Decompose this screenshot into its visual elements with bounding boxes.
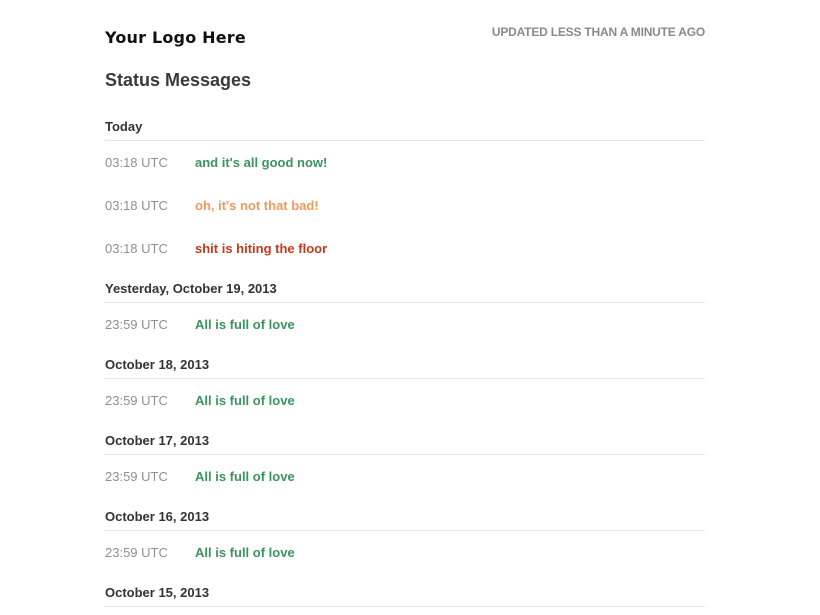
day-group: October 18, 2013 23:59 UTC All is full of … bbox=[105, 346, 705, 422]
message-time: 03:18 UTC bbox=[105, 241, 168, 256]
logo[interactable]: Your Logo Here bbox=[105, 28, 246, 47]
status-message-row: 03:18 UTC oh, it's not that bad! bbox=[105, 184, 705, 227]
day-title: October 17, 2013 bbox=[105, 422, 705, 455]
day-title: Yesterday, October 19, 2013 bbox=[105, 270, 705, 303]
day-title: October 16, 2013 bbox=[105, 498, 705, 531]
status-page: Your Logo Here UPDATED LESS THAN A MINUT… bbox=[105, 0, 705, 607]
message-text: All is full of love bbox=[195, 393, 295, 408]
message-text: and it's all good now! bbox=[195, 155, 328, 170]
message-text: All is full of love bbox=[195, 317, 295, 332]
message-time: 03:18 UTC bbox=[105, 198, 168, 213]
day-group: Today 03:18 UTC and it's all good now! 03:1… bbox=[105, 108, 705, 270]
status-message-row: 03:18 UTC shit is hiting the floor bbox=[105, 227, 705, 270]
day-group: October 16, 2013 23:59 UTC All is full of … bbox=[105, 498, 705, 574]
status-message-row: 23:59 UTC All is full of love bbox=[105, 455, 705, 498]
day-group: Yesterday, October 19, 2013 23:59 UTC All … bbox=[105, 270, 705, 346]
last-updated-label: UPDATED LESS THAN A MINUTE AGO bbox=[491, 25, 705, 39]
status-message-row: 23:59 UTC All is full of love bbox=[105, 379, 705, 422]
status-message-row: 23:59 UTC All is full of love bbox=[105, 303, 705, 346]
day-title: October 18, 2013 bbox=[105, 346, 705, 379]
status-message-row: 03:18 UTC and it's all good now! bbox=[105, 141, 705, 184]
day-title: Today bbox=[105, 108, 705, 141]
day-title: October 15, 2013 bbox=[105, 574, 705, 607]
message-time: 23:59 UTC bbox=[105, 469, 168, 484]
status-message-row: 23:59 UTC All is full of love bbox=[105, 531, 705, 574]
status-message-list: Today 03:18 UTC and it's all good now! 03:1… bbox=[105, 108, 705, 607]
page-title: Status Messages bbox=[105, 70, 252, 90]
message-text: oh, it's not that bad! bbox=[195, 198, 319, 213]
message-time: 23:59 UTC bbox=[105, 545, 168, 560]
message-time: 23:59 UTC bbox=[105, 317, 168, 332]
message-time: 23:59 UTC bbox=[105, 393, 168, 408]
day-group: October 17, 2013 23:59 UTC All is full of … bbox=[105, 422, 705, 498]
message-text: All is full of love bbox=[195, 469, 295, 484]
message-text: All is full of love bbox=[195, 545, 295, 560]
message-text: shit is hiting the floor bbox=[195, 241, 328, 256]
message-time: 03:18 UTC bbox=[105, 155, 168, 170]
day-group: October 15, 2013 bbox=[105, 574, 705, 607]
header: Your Logo Here UPDATED LESS THAN A MINUT… bbox=[105, 0, 705, 62]
